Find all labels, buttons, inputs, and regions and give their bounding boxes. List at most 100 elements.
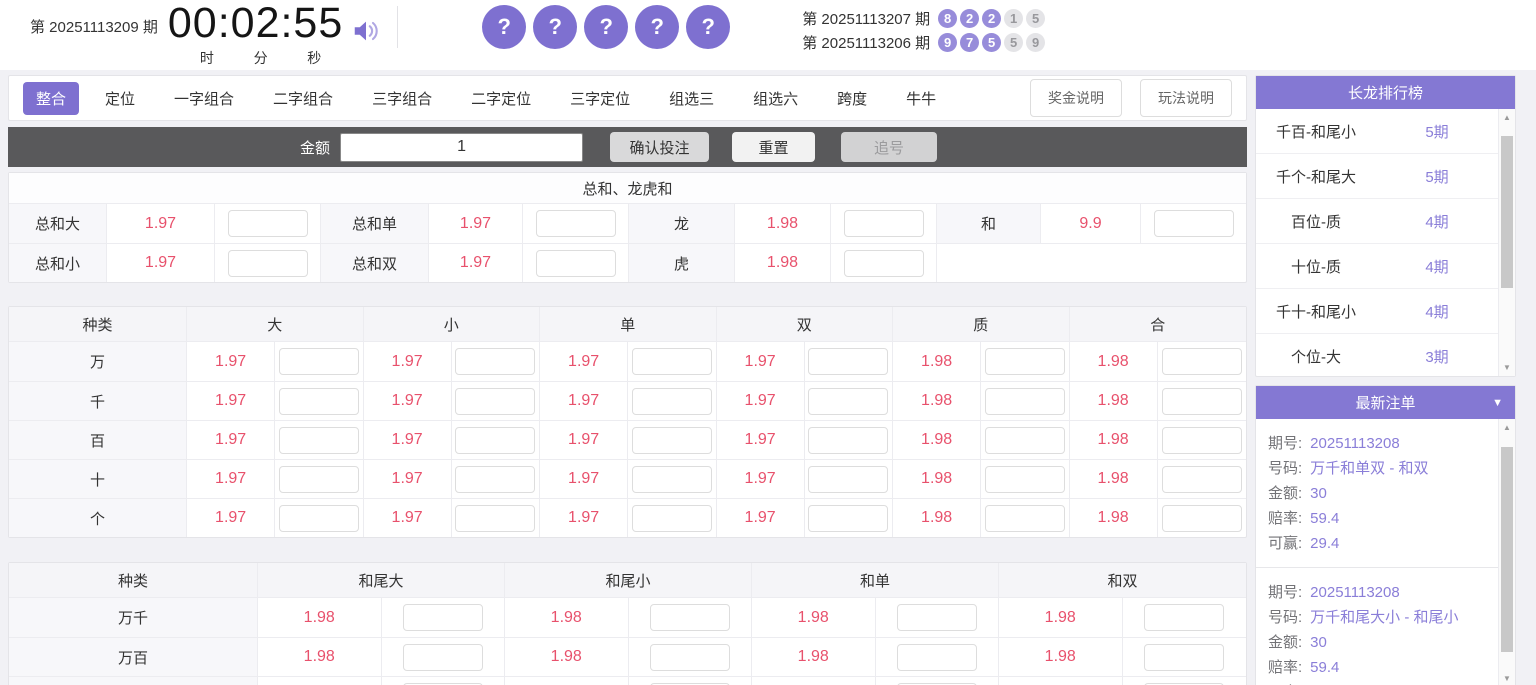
- bet-amount-input[interactable]: [1162, 466, 1242, 493]
- scrollbar[interactable]: ▲ ▼: [1498, 419, 1515, 685]
- odds-value: 1.98: [735, 244, 831, 282]
- bet-amount-input[interactable]: [650, 604, 730, 631]
- bet-amount-input[interactable]: [632, 505, 712, 532]
- reset-button[interactable]: 重置: [732, 132, 815, 162]
- bet-amount-input[interactable]: [985, 466, 1065, 493]
- tab-kuadu[interactable]: 跨度: [824, 82, 880, 115]
- tab-sanzi-zuhe[interactable]: 三字组合: [359, 82, 445, 115]
- scroll-down-arrow[interactable]: ▼: [1499, 670, 1515, 685]
- bet-input-cell: [1158, 460, 1246, 498]
- bet-amount-input[interactable]: [650, 644, 730, 671]
- bet-amount-input[interactable]: [632, 427, 712, 454]
- bet-input-cell: [1158, 499, 1246, 537]
- bet-input-cell: [805, 382, 893, 420]
- bet-amount-input[interactable]: [403, 604, 483, 631]
- chase-number-button[interactable]: 追号: [841, 132, 937, 162]
- timer-units: 时 分 秒: [168, 48, 343, 68]
- bet-amount-input[interactable]: [897, 604, 977, 631]
- bet-input-cell: [215, 204, 321, 243]
- tab-sanzi-dingwei[interactable]: 三字定位: [557, 82, 643, 115]
- scroll-up-arrow[interactable]: ▲: [1499, 419, 1515, 436]
- bonus-info-button[interactable]: 奖金说明: [1030, 79, 1122, 117]
- bet-amount-input[interactable]: [985, 388, 1065, 415]
- odds-value: 1.98: [1070, 499, 1158, 537]
- bet-input-cell: [275, 421, 363, 459]
- result-issue-label: 第 20251113206 期: [802, 32, 930, 53]
- bet-input-cell: [628, 342, 716, 381]
- bet-amount-input[interactable]: [1162, 505, 1242, 532]
- bet-amount-input[interactable]: [1162, 348, 1242, 375]
- bet-amount-input[interactable]: [844, 250, 924, 277]
- countdown-timer: 00:02:55 时 分 秒: [168, 0, 343, 68]
- bet-amount-input[interactable]: [536, 210, 616, 237]
- column-header: 质: [893, 307, 1070, 341]
- scroll-thumb[interactable]: [1501, 136, 1513, 288]
- tab-zuxuan3[interactable]: 组选三: [656, 82, 727, 115]
- odds-value: 9.9: [1041, 204, 1141, 243]
- bet-amount-input[interactable]: [228, 210, 308, 237]
- bet-amount-input[interactable]: [844, 210, 924, 237]
- bet-amount-input[interactable]: [1162, 388, 1242, 415]
- bet-amount-input[interactable]: [632, 348, 712, 375]
- tab-erzi-zuhe[interactable]: 二字组合: [260, 82, 346, 115]
- bet-amount-input[interactable]: [1144, 644, 1224, 671]
- amount-input[interactable]: [340, 133, 583, 162]
- odds-value: 1.98: [999, 598, 1123, 637]
- bet-amount-input[interactable]: [1162, 427, 1242, 454]
- confirm-bet-button[interactable]: 确认投注: [610, 132, 709, 162]
- order-win: 29.4: [1310, 680, 1339, 685]
- tab-niuniu[interactable]: 牛牛: [893, 82, 949, 115]
- bet-amount-input[interactable]: [455, 466, 535, 493]
- tab-zuxuan6[interactable]: 组选六: [740, 82, 811, 115]
- bet-amount-input[interactable]: [455, 388, 535, 415]
- odds-value: 1.98: [258, 677, 382, 685]
- bet-input-cell: [275, 342, 363, 381]
- bet-amount-input[interactable]: [279, 388, 359, 415]
- bet-amount-input[interactable]: [279, 427, 359, 454]
- tab-dingwei[interactable]: 定位: [92, 82, 148, 115]
- bet-input-cell: [831, 204, 937, 243]
- scroll-down-arrow[interactable]: ▼: [1499, 359, 1515, 376]
- odds-value: 1.97: [540, 342, 628, 381]
- bet-amount-input[interactable]: [279, 505, 359, 532]
- tab-erzi-dingwei[interactable]: 二字定位: [458, 82, 544, 115]
- tab-yizi-zuhe[interactable]: 一字组合: [161, 82, 247, 115]
- bet-input-cell: [1141, 204, 1246, 243]
- bet-amount-input[interactable]: [897, 644, 977, 671]
- bet-amount-input[interactable]: [455, 427, 535, 454]
- collapse-caret-icon[interactable]: ▼: [1492, 397, 1503, 409]
- result-ball: 2: [982, 9, 1001, 28]
- bet-amount-input[interactable]: [536, 250, 616, 277]
- bet-amount-input[interactable]: [1144, 604, 1224, 631]
- bet-amount-input[interactable]: [985, 427, 1065, 454]
- bet-amount-input[interactable]: [808, 388, 888, 415]
- bet-amount-input[interactable]: [985, 348, 1065, 375]
- odds-value: 1.98: [999, 638, 1123, 676]
- bet-amount-input[interactable]: [985, 505, 1065, 532]
- bet-amount-input[interactable]: [279, 466, 359, 493]
- tab-zhenghe[interactable]: 整合: [23, 82, 79, 115]
- bet-amount-input[interactable]: [808, 427, 888, 454]
- bet-amount-input[interactable]: [808, 348, 888, 375]
- bet-input-cell: [629, 638, 753, 676]
- dragon-row: 十位-质 4期: [1256, 244, 1498, 289]
- bet-amount-input[interactable]: [1154, 210, 1234, 237]
- bet-amount-input[interactable]: [632, 388, 712, 415]
- bet-amount-input[interactable]: [279, 348, 359, 375]
- bet-input-cell: [628, 460, 716, 498]
- result-ball: 9: [938, 33, 957, 52]
- bet-amount-input[interactable]: [808, 466, 888, 493]
- scrollbar[interactable]: ▲ ▼: [1498, 109, 1515, 376]
- odds-value: 1.97: [364, 499, 452, 537]
- scroll-up-arrow[interactable]: ▲: [1499, 109, 1515, 126]
- bet-amount-input[interactable]: [632, 466, 712, 493]
- bet-amount-input[interactable]: [403, 644, 483, 671]
- bet-amount-input[interactable]: [228, 250, 308, 277]
- bet-amount-input[interactable]: [808, 505, 888, 532]
- scroll-thumb[interactable]: [1501, 447, 1513, 652]
- rules-info-button[interactable]: 玩法说明: [1140, 79, 1232, 117]
- bet-amount-input[interactable]: [455, 505, 535, 532]
- bet-amount-input[interactable]: [455, 348, 535, 375]
- order-field-label: 号码:: [1268, 456, 1302, 481]
- speaker-icon[interactable]: [349, 16, 383, 51]
